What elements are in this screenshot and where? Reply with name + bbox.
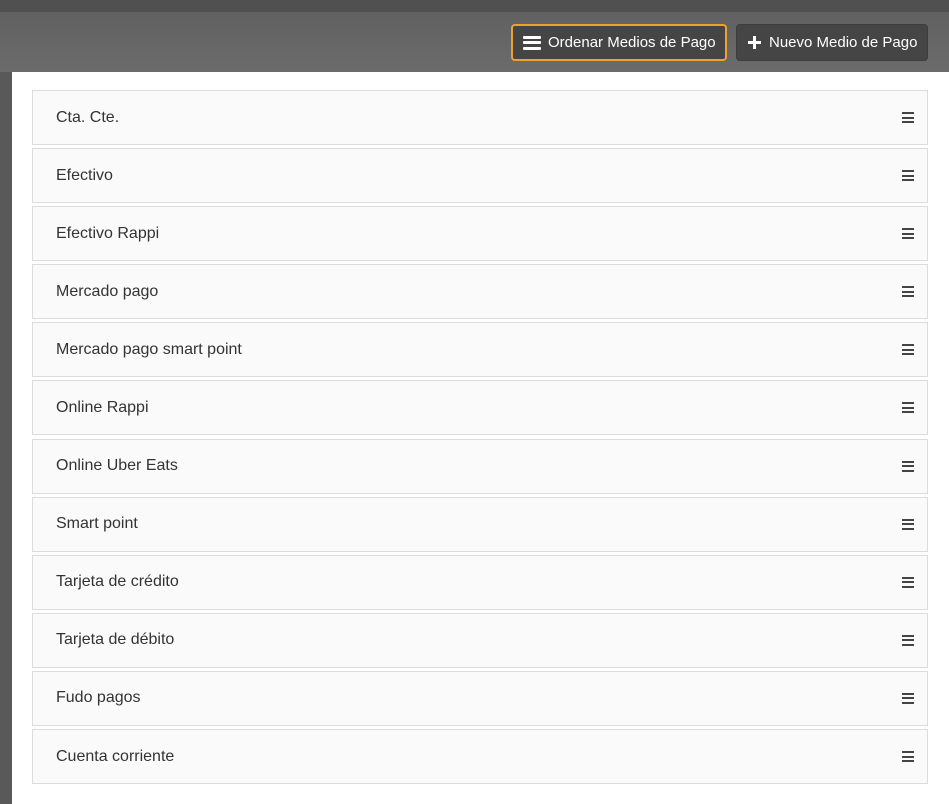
- list-item[interactable]: Online Rappi: [32, 380, 928, 436]
- payment-method-label: Mercado pago smart point: [56, 340, 242, 358]
- list-item[interactable]: Mercado pago: [32, 264, 928, 320]
- drag-handle-icon[interactable]: [902, 751, 914, 763]
- list-item[interactable]: Tarjeta de débito: [32, 612, 928, 668]
- list-item[interactable]: Fudo pagos: [32, 670, 928, 726]
- new-payment-method-button[interactable]: Nuevo Medio de Pago: [736, 24, 928, 61]
- order-payment-methods-button[interactable]: Ordenar Medios de Pago: [511, 24, 727, 61]
- list-item[interactable]: Efectivo: [32, 148, 928, 204]
- list-item[interactable]: Tarjeta de crédito: [32, 554, 928, 610]
- drag-handle-icon[interactable]: [902, 286, 914, 298]
- payment-method-label: Cta. Cte.: [56, 108, 120, 126]
- drag-handle-icon[interactable]: [902, 460, 914, 472]
- plus-icon: [748, 36, 761, 49]
- payment-method-label: Online Uber Eats: [56, 457, 178, 475]
- list-item[interactable]: Online Uber Eats: [32, 438, 928, 494]
- order-button-label: Ordenar Medios de Pago: [548, 34, 716, 51]
- list-item[interactable]: Cta. Cte.: [32, 90, 928, 145]
- list-item[interactable]: Mercado pago smart point: [32, 322, 928, 378]
- payment-method-label: Mercado pago: [56, 282, 159, 300]
- drag-handle-icon[interactable]: [902, 344, 914, 356]
- drag-handle-icon[interactable]: [902, 518, 914, 530]
- payment-method-label: Tarjeta de crédito: [56, 573, 179, 591]
- payment-method-label: Online Rappi: [56, 398, 149, 416]
- drag-handle-icon[interactable]: [902, 228, 914, 240]
- list-item[interactable]: Smart point: [32, 496, 928, 552]
- drag-handle-icon[interactable]: [902, 692, 914, 704]
- top-strip: [0, 0, 949, 12]
- drag-handle-icon[interactable]: [902, 112, 914, 123]
- payment-methods-list: Cta. Cte. Efectivo Efectivo Rappi Mercad…: [32, 90, 928, 787]
- bars-icon: [523, 35, 541, 50]
- list-item[interactable]: Efectivo Rappi: [32, 206, 928, 262]
- payment-method-label: Cuenta corriente: [56, 747, 175, 765]
- drag-handle-icon[interactable]: [902, 402, 914, 414]
- drag-handle-icon[interactable]: [902, 170, 914, 182]
- payment-methods-panel: Cta. Cte. Efectivo Efectivo Rappi Mercad…: [12, 72, 949, 804]
- drag-handle-icon[interactable]: [902, 576, 914, 588]
- payment-method-label: Efectivo: [56, 166, 113, 184]
- payment-method-label: Smart point: [56, 515, 138, 533]
- payment-method-label: Fudo pagos: [56, 689, 141, 707]
- new-button-label: Nuevo Medio de Pago: [769, 34, 918, 51]
- drag-handle-icon[interactable]: [902, 634, 914, 646]
- toolbar: Ordenar Medios de Pago Nuevo Medio de Pa…: [0, 12, 949, 72]
- payment-method-label: Efectivo Rappi: [56, 224, 160, 242]
- list-item[interactable]: Cuenta corriente: [32, 729, 928, 785]
- payment-method-label: Tarjeta de débito: [56, 631, 175, 649]
